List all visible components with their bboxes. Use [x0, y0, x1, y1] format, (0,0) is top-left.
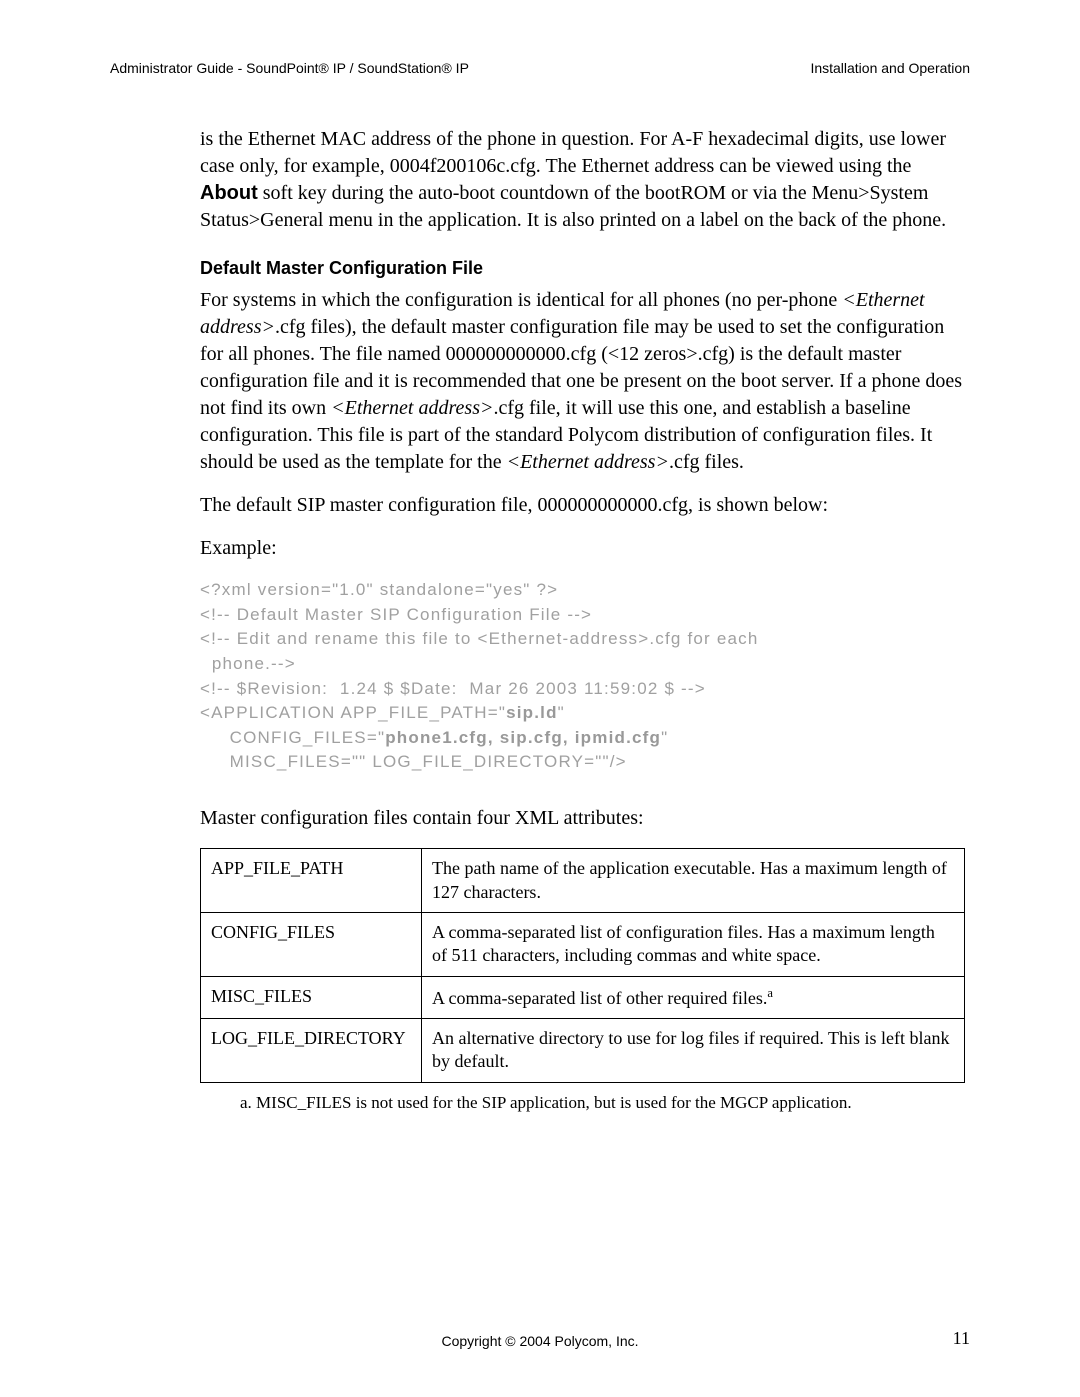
- text: is the Ethernet MAC address of the phone…: [200, 128, 946, 177]
- table-footnote: a. MISC_FILES is not used for the SIP ap…: [240, 1093, 965, 1113]
- copyright: Copyright © 2004 Polycom, Inc.: [150, 1333, 930, 1349]
- code-strong: sip.ld: [506, 703, 558, 722]
- text: A comma-separated list of other required…: [432, 988, 767, 1008]
- code-line: <!-- Default Master SIP Configuration Fi…: [200, 605, 592, 624]
- intro-paragraph: is the Ethernet MAC address of the phone…: [200, 126, 965, 234]
- example-label: Example:: [200, 535, 965, 562]
- attr-name: LOG_FILE_DIRECTORY: [201, 1019, 422, 1083]
- text: For systems in which the configuration i…: [200, 289, 842, 311]
- section-heading: Default Master Configuration File: [200, 258, 965, 279]
- content-area: is the Ethernet MAC address of the phone…: [200, 126, 965, 1113]
- code-line: CONFIG_FILES=": [200, 728, 385, 747]
- attr-name: APP_FILE_PATH: [201, 849, 422, 913]
- attr-name: MISC_FILES: [201, 976, 422, 1018]
- page-header: Administrator Guide - SoundPoint® IP / S…: [110, 60, 970, 76]
- section-para-2: The default SIP master configuration fil…: [200, 492, 965, 519]
- header-left: Administrator Guide - SoundPoint® IP / S…: [110, 60, 469, 76]
- code-line: <APPLICATION APP_FILE_PATH=": [200, 703, 506, 722]
- about-softkey-label: About: [200, 182, 258, 204]
- page-number: 11: [930, 1328, 970, 1349]
- text: .cfg files.: [669, 451, 744, 473]
- code-line: MISC_FILES="" LOG_FILE_DIRECTORY=""/>: [200, 752, 627, 771]
- footnote-ref: a: [767, 986, 773, 1000]
- ethernet-address-placeholder: <Ethernet address>: [507, 451, 669, 473]
- code-line: ": [661, 728, 668, 747]
- attr-name: CONFIG_FILES: [201, 912, 422, 976]
- attr-desc: The path name of the application executa…: [422, 849, 965, 913]
- attributes-table: APP_FILE_PATH The path name of the appli…: [200, 848, 965, 1083]
- code-line: <?xml version="1.0" standalone="yes" ?>: [200, 580, 558, 599]
- header-right: Installation and Operation: [810, 60, 970, 76]
- table-row: APP_FILE_PATH The path name of the appli…: [201, 849, 965, 913]
- table-row: CONFIG_FILES A comma-separated list of c…: [201, 912, 965, 976]
- table-row: MISC_FILES A comma-separated list of oth…: [201, 976, 965, 1018]
- text: soft key during the auto-boot countdown …: [200, 182, 946, 231]
- xml-code-block: <?xml version="1.0" standalone="yes" ?> …: [200, 578, 965, 775]
- section-para-1: For systems in which the configuration i…: [200, 287, 965, 476]
- page: Administrator Guide - SoundPoint® IP / S…: [0, 0, 1080, 1397]
- attr-desc: A comma-separated list of configuration …: [422, 912, 965, 976]
- table-row: LOG_FILE_DIRECTORY An alternative direct…: [201, 1019, 965, 1083]
- code-line: <!-- Edit and rename this file to <Ether…: [200, 629, 759, 673]
- code-line: ": [558, 703, 565, 722]
- attr-desc: An alternative directory to use for log …: [422, 1019, 965, 1083]
- ethernet-address-placeholder: <Ethernet address>: [331, 397, 493, 419]
- code-strong: phone1.cfg, sip.cfg, ipmid.cfg: [385, 728, 661, 747]
- attr-desc: A comma-separated list of other required…: [422, 976, 965, 1018]
- code-line: <!-- $Revision: 1.24 $ $Date: Mar 26 200…: [200, 679, 706, 698]
- table-intro: Master configuration files contain four …: [200, 805, 965, 832]
- page-footer: Copyright © 2004 Polycom, Inc. 11: [110, 1328, 970, 1349]
